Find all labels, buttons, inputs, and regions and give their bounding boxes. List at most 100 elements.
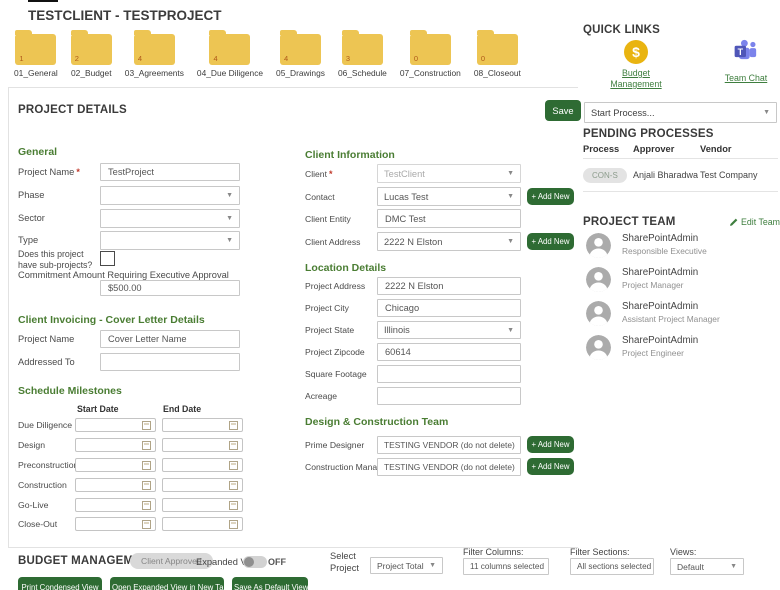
folder-02-budget[interactable]: 2 02_Budget: [70, 30, 112, 78]
commitment-amount-input[interactable]: [100, 280, 240, 296]
chevron-down-icon: ▼: [730, 563, 737, 570]
construction-end-date-input[interactable]: [162, 478, 243, 492]
subprojects-label: Does this project have sub-projects?: [18, 249, 93, 270]
person-avatar-icon: [586, 301, 611, 326]
quick-link-label: Team Chat: [724, 73, 768, 83]
construction-manager-label: Construction Manager: [305, 462, 390, 472]
teams-icon: T: [733, 38, 759, 69]
square-footage-input[interactable]: [377, 365, 521, 383]
close-out-end-date-input[interactable]: [162, 517, 243, 531]
folder-label: 07_Construction: [399, 68, 461, 78]
folder-icon: 2: [70, 30, 112, 65]
folder-06-schedule[interactable]: 3 06_Schedule: [338, 30, 387, 78]
folder-icon: 4: [279, 30, 321, 65]
add-new-contact-button[interactable]: + Add New: [527, 188, 574, 205]
go-live-end-date-input[interactable]: [162, 498, 243, 512]
sector-select[interactable]: ▼: [100, 208, 240, 228]
top-strip: [28, 0, 58, 2]
calendar-icon: [142, 420, 151, 430]
chevron-down-icon: ▼: [507, 326, 514, 334]
milestone-label: Design: [18, 440, 46, 450]
required-asterisk: *: [76, 166, 80, 177]
expanded-view-toggle[interactable]: [243, 556, 267, 568]
construction-start-date-input[interactable]: [75, 478, 156, 492]
project-state-select[interactable]: Illinois ▼: [377, 321, 521, 339]
add-new-prime-designer-button[interactable]: + Add New: [527, 436, 574, 453]
select-project-dropdown[interactable]: Project Total ▼: [370, 557, 443, 574]
quick-link-budget-management[interactable]: $ Budget Management: [604, 40, 668, 90]
team-member-row[interactable]: SharePointAdmin Project Manager: [586, 267, 698, 292]
start-process-select[interactable]: Start Process... ▼: [584, 102, 777, 123]
start-date-column-header: Start Date: [77, 404, 119, 414]
addressed-to-input[interactable]: [100, 353, 240, 371]
team-member-row[interactable]: SharePointAdmin Project Engineer: [586, 335, 698, 360]
cover-letter-project-name-label: Project Name: [18, 334, 75, 344]
subprojects-checkbox[interactable]: [100, 251, 115, 266]
folder-05-drawings[interactable]: 4 05_Drawings: [276, 30, 325, 78]
folder-count: 4: [213, 54, 218, 63]
page-title: TESTCLIENT - TESTPROJECT: [28, 8, 222, 23]
quick-link-team-chat[interactable]: T Team Chat: [714, 38, 778, 84]
member-name: SharePointAdmin: [622, 335, 699, 346]
print-condensed-view-button[interactable]: Print Condensed View: [18, 577, 102, 590]
type-select[interactable]: ▼: [100, 230, 240, 250]
team-member-row[interactable]: SharePointAdmin Assistant Project Manage…: [586, 301, 720, 326]
views-label: Views:: [670, 547, 697, 557]
person-avatar-icon: [586, 267, 611, 292]
add-new-construction-manager-button[interactable]: + Add New: [527, 458, 574, 475]
project-address-label: Project Address: [305, 281, 366, 291]
edit-team-button[interactable]: Edit Team: [729, 217, 780, 227]
filter-sections-dropdown[interactable]: All sections selected▼: [570, 558, 654, 575]
select-project-label: Select Project: [330, 551, 359, 573]
project-address-input[interactable]: [377, 277, 521, 295]
member-role: Responsible Executive: [622, 246, 707, 256]
project-state-label: Project State: [305, 325, 355, 335]
calendar-icon: [229, 460, 238, 470]
project-team-title: PROJECT TEAM: [583, 216, 676, 228]
project-zipcode-input[interactable]: [377, 343, 521, 361]
filter-columns-dropdown[interactable]: 11 columns selected▼: [463, 558, 549, 575]
preconstruction-end-date-input[interactable]: [162, 458, 243, 472]
client-entity-input[interactable]: [377, 209, 521, 228]
folder-01-general[interactable]: 1 01_General: [14, 30, 58, 78]
design-end-date-input[interactable]: [162, 438, 243, 452]
construction-manager-select[interactable]: TESTING VENDOR (do not delete)▼: [377, 458, 521, 476]
client-address-select[interactable]: 2222 N Elston ▼: [377, 232, 521, 251]
chevron-down-icon: ▼: [519, 464, 520, 471]
views-dropdown[interactable]: Default ▼: [670, 558, 744, 575]
add-new-client-address-button[interactable]: + Add New: [527, 233, 574, 250]
folder-08-closeout[interactable]: 0 08_Closeout: [474, 30, 521, 78]
client-select[interactable]: TestClient ▼: [377, 164, 521, 183]
go-live-start-date-input[interactable]: [75, 498, 156, 512]
folder-07-construction[interactable]: 0 07_Construction: [399, 30, 461, 78]
chevron-down-icon: ▼: [429, 562, 436, 569]
acreage-input[interactable]: [377, 387, 521, 405]
member-name: SharePointAdmin: [622, 301, 699, 312]
due-diligence-start-date-input[interactable]: [75, 418, 156, 432]
open-expanded-view-button[interactable]: Open Expanded View in New Tab: [110, 577, 224, 590]
process-badge[interactable]: CON-S: [583, 168, 627, 183]
milestone-label: Close-Out: [18, 519, 58, 529]
folder-03-agreements[interactable]: 4 03_Agreements: [125, 30, 184, 78]
person-avatar-icon: [586, 233, 611, 258]
close-out-start-date-input[interactable]: [75, 517, 156, 531]
project-name-input[interactable]: [100, 162, 240, 181]
due-diligence-end-date-input[interactable]: [162, 418, 243, 432]
sector-label: Sector: [18, 213, 45, 223]
dollar-circle-icon: $: [624, 40, 648, 64]
client-entity-label: Client Entity: [305, 213, 351, 224]
project-city-input[interactable]: [377, 299, 521, 317]
phase-select[interactable]: ▼: [100, 185, 240, 205]
team-member-row[interactable]: SharePointAdmin Responsible Executive: [586, 233, 707, 258]
design-start-date-input[interactable]: [75, 438, 156, 452]
preconstruction-start-date-input[interactable]: [75, 458, 156, 472]
save-as-default-view-button[interactable]: Save As Default View: [232, 577, 308, 590]
pending-process-row[interactable]: CON-S: [583, 165, 627, 183]
cover-letter-project-name-input[interactable]: [100, 330, 240, 348]
save-button[interactable]: Save: [545, 100, 581, 121]
folder-04-due-diligence[interactable]: 4 04_Due Diligence: [197, 30, 263, 78]
prime-designer-select[interactable]: TESTING VENDOR (do not delete)▼: [377, 436, 521, 454]
folder-count: 4: [283, 54, 289, 63]
toggle-knob: [244, 557, 254, 567]
contact-select[interactable]: Lucas Test ▼: [377, 187, 521, 206]
